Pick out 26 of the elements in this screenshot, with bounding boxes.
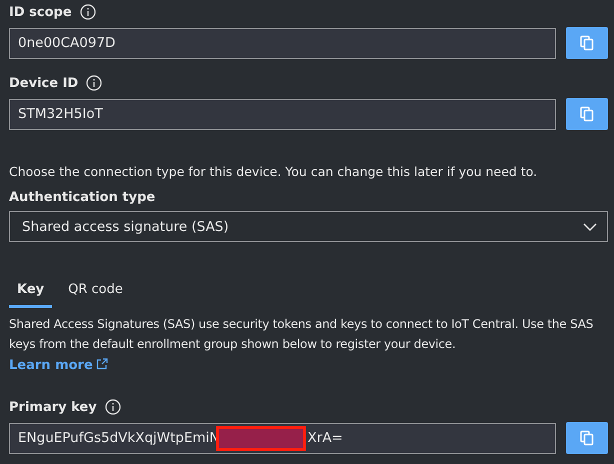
tab[interactable]: QR code (60, 278, 131, 308)
field-label: ID scope (9, 4, 72, 20)
key-text: ENguEPufGs5dVkXqjWtpEmiN (18, 430, 220, 446)
info-icon[interactable] (80, 4, 96, 20)
key-text: XrA= (308, 430, 343, 446)
field-label: Primary key (9, 400, 97, 414)
key-field[interactable]: ENguEPufGs5dVkXqjWtpEmiN XrA= (9, 422, 556, 454)
authentication-dropdown[interactable]: Shared access signature (SAS) (9, 211, 608, 242)
copy-icon (579, 106, 595, 122)
chevron-down-icon (583, 222, 597, 230)
field-label: Authentication type (9, 190, 156, 204)
text-field[interactable]: STM32H5IoT (9, 98, 556, 130)
field-label: Device ID (9, 76, 78, 90)
copy-button[interactable] (566, 98, 608, 130)
copy-button[interactable] (566, 27, 608, 59)
tab[interactable]: Key (9, 278, 52, 308)
info-icon[interactable] (104, 399, 121, 415)
copy-button[interactable] (566, 422, 608, 454)
copy-icon (579, 35, 595, 51)
info-icon[interactable] (86, 75, 102, 91)
external-link-icon (96, 358, 108, 370)
copy-icon (579, 430, 595, 446)
description-text: Shared Access Signatures (SAS) use security tokens and keys to connect to IoT Central. Use the SAS keys from the default enrollment group shown below to register your device. (9, 316, 594, 353)
learn-more-link[interactable]: Learn more (9, 358, 108, 373)
connection-hint: Choose the connection type for this device. You can change this later if you need to. (9, 164, 538, 179)
text-field[interactable]: 0ne00CA097D (9, 28, 556, 58)
